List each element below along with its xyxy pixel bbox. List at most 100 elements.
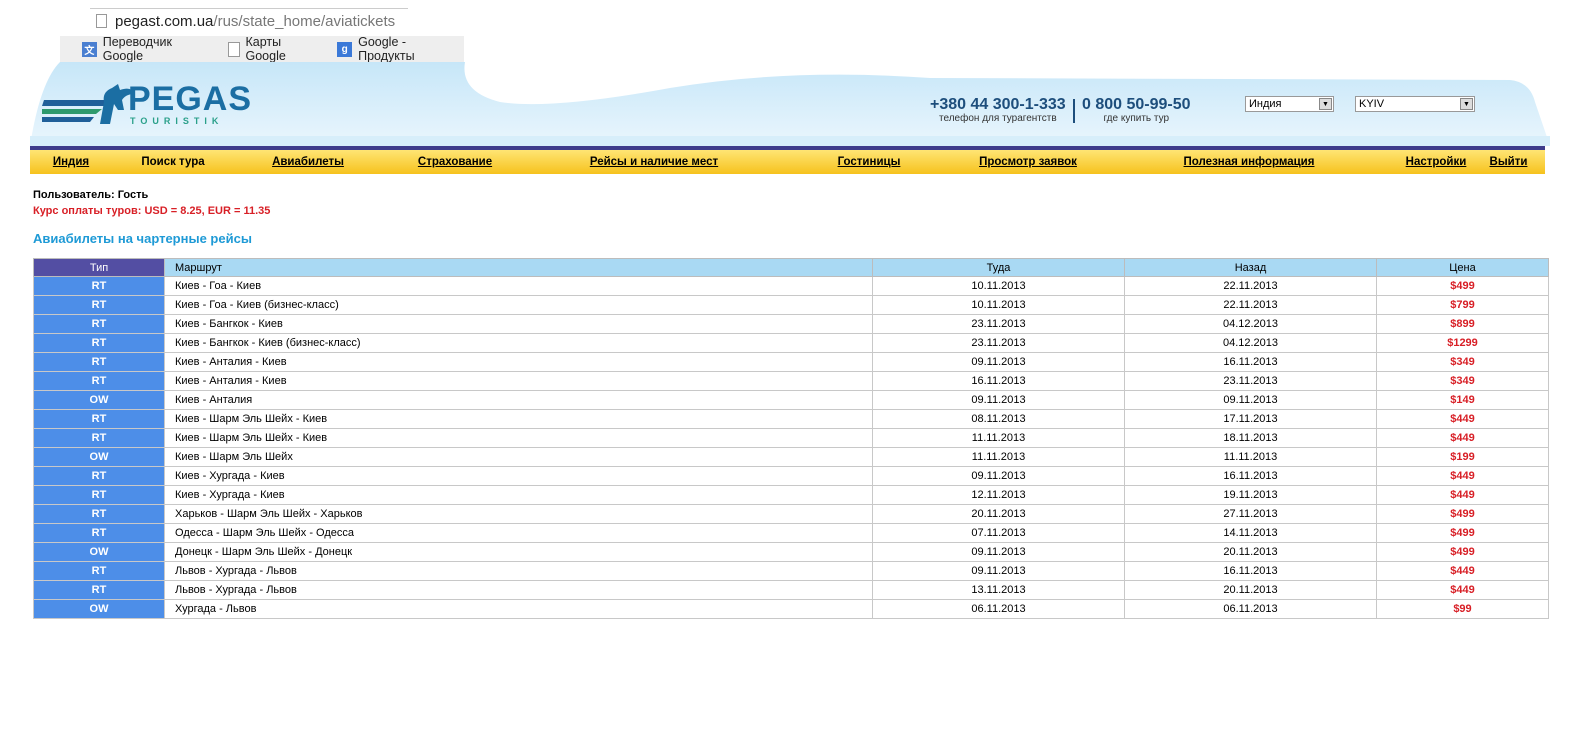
table-row[interactable]: RT Киев - Гоа - Киев (бизнес-класс) 10.11.… (33, 295, 1549, 315)
main-nav: Индия Поиск тура Авиабилеты Страхование … (30, 146, 1545, 174)
type-cell: OW (33, 542, 165, 562)
table-row[interactable]: RT Киев - Шарм Эль Шейх - Киев 08.11.2013 1… (33, 409, 1549, 429)
table-row[interactable]: RT Киев - Шарм Эль Шейх - Киев 11.11.2013 1… (33, 428, 1549, 448)
bookmark-products[interactable]: g Google - Продукты (337, 35, 464, 63)
price-cell: $449 (1376, 580, 1549, 600)
bookmark-translate[interactable]: 文 Переводчик Google (82, 35, 214, 63)
there-cell: 12.11.2013 (872, 485, 1125, 505)
table-row[interactable]: OW Хургада - Львов 06.11.2013 06.11.2013 $99 (33, 599, 1549, 619)
table-row[interactable]: OW Донецк - Шарм Эль Шейх - Донецк 09.11.2… (33, 542, 1549, 562)
nav-view-orders[interactable]: Просмотр заявок (958, 156, 1098, 168)
nav-hotels[interactable]: Гостиницы (780, 156, 958, 168)
bookmark-maps[interactable]: Карты Google (227, 35, 324, 63)
back-cell: 22.11.2013 (1124, 295, 1377, 315)
country-select[interactable]: Индия ▼ (1245, 96, 1334, 112)
route-cell: Киев - Гоа - Киев (бизнес-класс) (164, 295, 873, 315)
nav-useful-info[interactable]: Полезная информация (1098, 156, 1400, 168)
table-row[interactable]: OW Киев - Анталия 09.11.2013 09.11.2013 $149 (33, 390, 1549, 410)
table-row[interactable]: RT Киев - Хургада - Киев 09.11.2013 16.11.2… (33, 466, 1549, 486)
translate-icon: 文 (82, 41, 97, 57)
col-price: Цена (1376, 258, 1549, 277)
type-cell: RT (33, 371, 165, 391)
table-row[interactable]: RT Киев - Хургада - Киев 12.11.2013 19.11.2… (33, 485, 1549, 505)
dropdown-arrow-icon[interactable]: ▼ (1460, 98, 1473, 110)
there-cell: 13.11.2013 (872, 580, 1125, 600)
price-cell: $449 (1376, 561, 1549, 581)
back-cell: 14.11.2013 (1124, 523, 1377, 543)
back-cell: 20.11.2013 (1124, 542, 1377, 562)
dropdown-arrow-icon[interactable]: ▼ (1319, 98, 1332, 110)
city-select[interactable]: KYIV ▼ (1355, 96, 1475, 112)
price-cell: $349 (1376, 352, 1549, 372)
price-cell: $149 (1376, 390, 1549, 410)
route-cell: Киев - Шарм Эль Шейх - Киев (164, 409, 873, 429)
route-cell: Киев - Шарм Эль Шейх (164, 447, 873, 467)
bookmarks-bar: 文 Переводчик Google Карты Google g Googl… (60, 35, 464, 63)
type-cell: RT (33, 295, 165, 315)
there-cell: 16.11.2013 (872, 371, 1125, 391)
route-cell: Харьков - Шарм Эль Шейх - Харьков (164, 504, 873, 524)
there-cell: 09.11.2013 (872, 390, 1125, 410)
type-cell: RT (33, 466, 165, 486)
back-cell: 16.11.2013 (1124, 352, 1377, 372)
type-cell: RT (33, 409, 165, 429)
nav-india[interactable]: Индия (30, 156, 112, 168)
url-path: /rus/state_home/aviatickets (213, 12, 396, 30)
site-header: PEGAS TOURISTIK +380 44 300-1-333 телефо… (30, 62, 1550, 146)
table-row[interactable]: RT Львов - Хургада - Львов 09.11.2013 16.11… (33, 561, 1549, 581)
price-cell: $449 (1376, 409, 1549, 429)
price-cell: $1299 (1376, 333, 1549, 353)
type-cell: RT (33, 333, 165, 353)
nav-logout[interactable]: Выйти (1472, 156, 1545, 168)
table-row[interactable]: RT Харьков - Шарм Эль Шейх - Харьков 20.11… (33, 504, 1549, 524)
url-text[interactable]: pegast.com.ua/rus/state_home/aviatickets (115, 13, 395, 30)
address-bar[interactable]: pegast.com.ua/rus/state_home/aviatickets (90, 8, 408, 33)
route-cell: Киев - Гоа - Киев (164, 276, 873, 296)
exchange-rate: Курс оплаты туров: USD = 8.25, EUR = 11.… (33, 205, 271, 217)
bookmark-label: Переводчик Google (102, 35, 172, 63)
route-cell: Киев - Хургада - Киев (164, 485, 873, 505)
table-row[interactable]: OW Киев - Шарм Эль Шейх 11.11.2013 11.11.20… (33, 447, 1549, 467)
type-cell: RT (33, 523, 165, 543)
nav-tour-search[interactable]: Поиск тура (112, 156, 234, 168)
price-cell: $499 (1376, 542, 1549, 562)
price-cell: $199 (1376, 447, 1549, 467)
logo-subtitle: TOURISTIK (130, 116, 224, 126)
table-row[interactable]: RT Киев - Гоа - Киев 10.11.2013 22.11.2013 $… (33, 276, 1549, 296)
nav-insurance[interactable]: Страхование (382, 156, 528, 168)
city-select-value: KYIV (1359, 98, 1385, 110)
buy-phone: 0 800 50-99-50 где купить тур (1082, 96, 1191, 124)
table-row[interactable]: RT Киев - Бангкок - Киев 23.11.2013 04.12.2… (33, 314, 1549, 334)
type-cell: RT (33, 580, 165, 600)
there-cell: 08.11.2013 (872, 409, 1125, 429)
price-cell: $349 (1376, 371, 1549, 391)
nav-settings[interactable]: Настройки (1400, 156, 1472, 168)
price-cell: $449 (1376, 428, 1549, 448)
page-icon (96, 14, 107, 28)
type-cell: OW (33, 390, 165, 410)
back-cell: 04.12.2013 (1124, 314, 1377, 334)
price-cell: $99 (1376, 599, 1549, 619)
there-cell: 10.11.2013 (872, 276, 1125, 296)
table-row[interactable]: RT Киев - Анталия - Киев 16.11.2013 23.11.2… (33, 371, 1549, 391)
there-cell: 07.11.2013 (872, 523, 1125, 543)
price-cell: $799 (1376, 295, 1549, 315)
nav-aviatickets[interactable]: Авиабилеты (234, 156, 382, 168)
price-cell: $499 (1376, 523, 1549, 543)
type-cell: OW (33, 447, 165, 467)
back-cell: 16.11.2013 (1124, 466, 1377, 486)
price-cell: $499 (1376, 276, 1549, 296)
table-row[interactable]: RT Киев - Анталия - Киев 09.11.2013 16.11.2… (33, 352, 1549, 372)
there-cell: 10.11.2013 (872, 295, 1125, 315)
nav-flights-availability[interactable]: Рейсы и наличие мест (528, 156, 780, 168)
type-cell: RT (33, 314, 165, 334)
table-row[interactable]: RT Одесса - Шарм Эль Шейх - Одесса 07.11.2… (33, 523, 1549, 543)
url-domain: pegast.com.ua (115, 12, 214, 30)
col-back: Назад (1124, 258, 1377, 277)
table-row[interactable]: RT Львов - Хургада - Львов 13.11.2013 20.11… (33, 580, 1549, 600)
agency-phone: +380 44 300-1-333 телефон для турагентст… (930, 96, 1066, 124)
there-cell: 23.11.2013 (872, 333, 1125, 353)
flights-table: Тип Маршрут Туда Назад Цена RT Киев - Гоа… (33, 258, 1549, 619)
price-cell: $499 (1376, 504, 1549, 524)
table-row[interactable]: RT Киев - Бангкок - Киев (бизнес-класс) 23… (33, 333, 1549, 353)
